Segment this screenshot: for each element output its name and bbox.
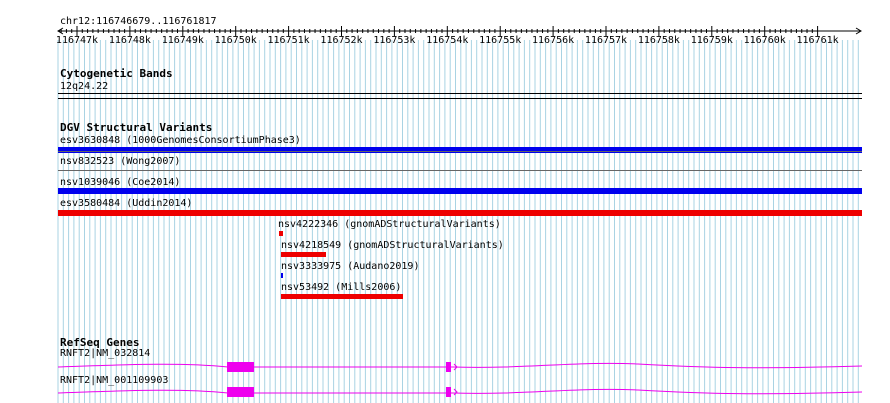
ruler-tick-label: 116749k — [161, 35, 204, 46]
ruler-tick-label: 116756k — [532, 35, 575, 46]
variant-label[interactable]: esv3580484 (Uddin2014) — [60, 198, 192, 209]
variant-label[interactable]: nsv832523 (Wong2007) — [60, 156, 180, 167]
transcript-model[interactable] — [58, 382, 862, 402]
transcript-model[interactable] — [58, 356, 862, 376]
ruler-tick-label: 116757k — [584, 35, 628, 46]
variant-label[interactable]: nsv3333975 (Audano2019) — [281, 261, 419, 272]
variant-bar[interactable] — [58, 210, 862, 216]
row-separator — [58, 170, 862, 171]
ruler-tick-label: 116748k — [108, 35, 151, 46]
row-separator — [58, 151, 862, 152]
ruler-tick-label: 116752k — [320, 35, 363, 46]
cytoband-label: 12q24.22 — [60, 81, 109, 92]
variant-bar[interactable] — [58, 147, 862, 153]
variant-label[interactable]: nsv4218549 (gnomADStructuralVariants) — [281, 240, 504, 251]
ruler-tick-label: 116760k — [743, 35, 786, 46]
ruler-tick-label: 116759k — [690, 35, 733, 46]
variant-bar[interactable] — [281, 273, 283, 278]
variant-bar[interactable] — [58, 188, 862, 194]
cytoband-bar — [58, 98, 862, 99]
ruler-axis — [57, 26, 862, 36]
variant-label[interactable]: nsv1039046 (Coe2014) — [60, 177, 180, 188]
variant-bar[interactable] — [281, 294, 403, 299]
variant-label[interactable]: esv3630848 (1000GenomesConsortiumPhase3) — [60, 135, 301, 146]
ruler-tick-label: 116761k — [796, 35, 839, 46]
ruler-tick-label: 116755k — [479, 35, 522, 46]
ruler-tick-label: 116758k — [637, 35, 680, 46]
ruler-tick-label: 116751k — [267, 35, 310, 46]
cytoband-track-title: Cytogenetic Bands — [60, 67, 173, 80]
dgv-track-title: DGV Structural Variants — [60, 121, 213, 134]
variant-bar[interactable] — [281, 252, 326, 257]
ruler-tick-label: 116753k — [373, 35, 416, 46]
variant-bar[interactable] — [279, 231, 283, 236]
variant-label[interactable]: nsv4222346 (gnomADStructuralVariants) — [278, 219, 501, 230]
ruler-tick-label: 116750k — [214, 35, 257, 46]
ruler-tick-label: 116747k — [55, 35, 99, 46]
cytoband-separator — [58, 93, 862, 94]
ruler-tick-label: 116754k — [426, 35, 469, 46]
variant-label[interactable]: nsv53492 (Mills2006) — [281, 282, 401, 293]
